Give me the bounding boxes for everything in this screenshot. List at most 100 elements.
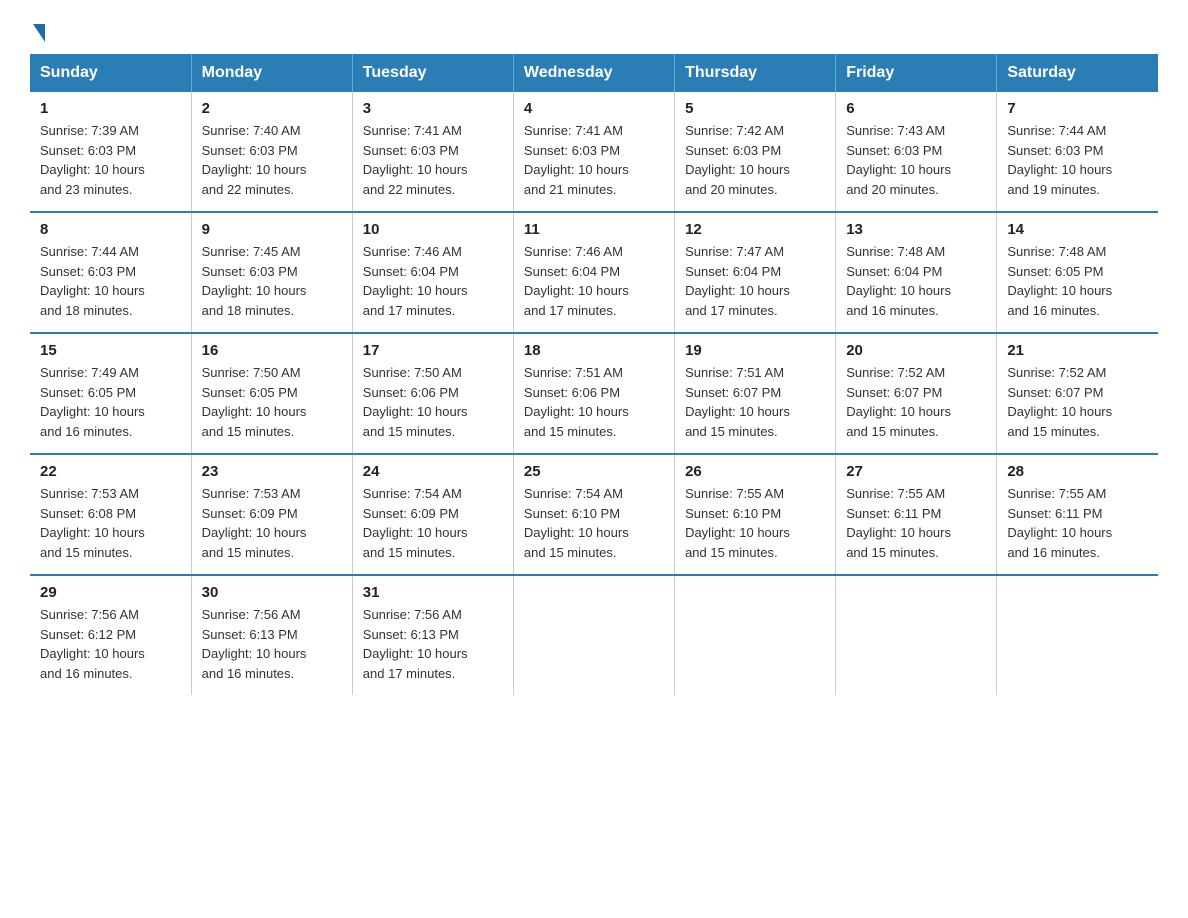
day-number: 16 bbox=[202, 342, 342, 359]
page-header bbox=[30, 20, 1158, 36]
day-number: 6 bbox=[846, 100, 986, 117]
day-info: Sunrise: 7:49 AMSunset: 6:05 PMDaylight:… bbox=[40, 363, 181, 441]
day-info: Sunrise: 7:53 AMSunset: 6:08 PMDaylight:… bbox=[40, 484, 181, 562]
day-info: Sunrise: 7:42 AMSunset: 6:03 PMDaylight:… bbox=[685, 121, 825, 199]
weekday-header-sunday: Sunday bbox=[30, 54, 191, 92]
day-number: 22 bbox=[40, 463, 181, 480]
day-info: Sunrise: 7:51 AMSunset: 6:06 PMDaylight:… bbox=[524, 363, 664, 441]
calendar-table: SundayMondayTuesdayWednesdayThursdayFrid… bbox=[30, 54, 1158, 695]
calendar-cell: 29 Sunrise: 7:56 AMSunset: 6:12 PMDayligh… bbox=[30, 575, 191, 695]
day-info: Sunrise: 7:41 AMSunset: 6:03 PMDaylight:… bbox=[524, 121, 664, 199]
calendar-cell: 2 Sunrise: 7:40 AMSunset: 6:03 PMDaylight… bbox=[191, 92, 352, 212]
calendar-cell: 8 Sunrise: 7:44 AMSunset: 6:03 PMDaylight… bbox=[30, 212, 191, 333]
calendar-cell bbox=[513, 575, 674, 695]
calendar-cell: 11 Sunrise: 7:46 AMSunset: 6:04 PMDayligh… bbox=[513, 212, 674, 333]
calendar-cell: 26 Sunrise: 7:55 AMSunset: 6:10 PMDayligh… bbox=[675, 454, 836, 575]
calendar-cell: 28 Sunrise: 7:55 AMSunset: 6:11 PMDayligh… bbox=[997, 454, 1158, 575]
day-info: Sunrise: 7:55 AMSunset: 6:10 PMDaylight:… bbox=[685, 484, 825, 562]
calendar-cell: 13 Sunrise: 7:48 AMSunset: 6:04 PMDayligh… bbox=[836, 212, 997, 333]
day-number: 17 bbox=[363, 342, 503, 359]
day-number: 14 bbox=[1007, 221, 1148, 238]
day-info: Sunrise: 7:46 AMSunset: 6:04 PMDaylight:… bbox=[363, 242, 503, 320]
calendar-cell: 22 Sunrise: 7:53 AMSunset: 6:08 PMDayligh… bbox=[30, 454, 191, 575]
calendar-cell: 4 Sunrise: 7:41 AMSunset: 6:03 PMDaylight… bbox=[513, 92, 674, 212]
calendar-cell: 14 Sunrise: 7:48 AMSunset: 6:05 PMDayligh… bbox=[997, 212, 1158, 333]
calendar-cell: 23 Sunrise: 7:53 AMSunset: 6:09 PMDayligh… bbox=[191, 454, 352, 575]
day-number: 4 bbox=[524, 100, 664, 117]
day-number: 27 bbox=[846, 463, 986, 480]
logo-arrow-icon bbox=[33, 24, 45, 42]
calendar-cell: 19Sunrise: 7:51 AMSunset: 6:07 PMDayligh… bbox=[675, 333, 836, 454]
day-number: 23 bbox=[202, 463, 342, 480]
day-number: 5 bbox=[685, 100, 825, 117]
day-info: Sunrise: 7:47 AMSunset: 6:04 PMDaylight:… bbox=[685, 242, 825, 320]
day-info: Sunrise: 7:48 AMSunset: 6:04 PMDaylight:… bbox=[846, 242, 986, 320]
calendar-cell: 25 Sunrise: 7:54 AMSunset: 6:10 PMDayligh… bbox=[513, 454, 674, 575]
calendar-cell: 6Sunrise: 7:43 AMSunset: 6:03 PMDaylight… bbox=[836, 92, 997, 212]
calendar-cell: 21 Sunrise: 7:52 AMSunset: 6:07 PMDayligh… bbox=[997, 333, 1158, 454]
day-number: 28 bbox=[1007, 463, 1148, 480]
day-info: Sunrise: 7:41 AMSunset: 6:03 PMDaylight:… bbox=[363, 121, 503, 199]
day-number: 25 bbox=[524, 463, 664, 480]
calendar-week-row: 22 Sunrise: 7:53 AMSunset: 6:08 PMDayligh… bbox=[30, 454, 1158, 575]
calendar-cell: 31 Sunrise: 7:56 AMSunset: 6:13 PMDayligh… bbox=[352, 575, 513, 695]
day-number: 10 bbox=[363, 221, 503, 238]
day-number: 21 bbox=[1007, 342, 1148, 359]
day-number: 15 bbox=[40, 342, 181, 359]
calendar-cell: 1Sunrise: 7:39 AMSunset: 6:03 PMDaylight… bbox=[30, 92, 191, 212]
weekday-header-tuesday: Tuesday bbox=[352, 54, 513, 92]
calendar-week-row: 8 Sunrise: 7:44 AMSunset: 6:03 PMDaylight… bbox=[30, 212, 1158, 333]
calendar-cell: 20Sunrise: 7:52 AMSunset: 6:07 PMDayligh… bbox=[836, 333, 997, 454]
logo bbox=[30, 20, 45, 36]
weekday-header-wednesday: Wednesday bbox=[513, 54, 674, 92]
day-info: Sunrise: 7:48 AMSunset: 6:05 PMDaylight:… bbox=[1007, 242, 1148, 320]
day-number: 31 bbox=[363, 584, 503, 601]
day-info: Sunrise: 7:52 AMSunset: 6:07 PMDaylight:… bbox=[846, 363, 986, 441]
calendar-week-row: 29 Sunrise: 7:56 AMSunset: 6:12 PMDayligh… bbox=[30, 575, 1158, 695]
calendar-cell: 30 Sunrise: 7:56 AMSunset: 6:13 PMDayligh… bbox=[191, 575, 352, 695]
calendar-cell: 12 Sunrise: 7:47 AMSunset: 6:04 PMDayligh… bbox=[675, 212, 836, 333]
calendar-cell bbox=[997, 575, 1158, 695]
day-info: Sunrise: 7:53 AMSunset: 6:09 PMDaylight:… bbox=[202, 484, 342, 562]
calendar-cell bbox=[836, 575, 997, 695]
day-number: 2 bbox=[202, 100, 342, 117]
day-number: 24 bbox=[363, 463, 503, 480]
day-info: Sunrise: 7:52 AMSunset: 6:07 PMDaylight:… bbox=[1007, 363, 1148, 441]
day-number: 26 bbox=[685, 463, 825, 480]
day-number: 12 bbox=[685, 221, 825, 238]
day-number: 11 bbox=[524, 221, 664, 238]
calendar-cell bbox=[675, 575, 836, 695]
day-number: 13 bbox=[846, 221, 986, 238]
calendar-cell: 27Sunrise: 7:55 AMSunset: 6:11 PMDayligh… bbox=[836, 454, 997, 575]
day-info: Sunrise: 7:40 AMSunset: 6:03 PMDaylight:… bbox=[202, 121, 342, 199]
weekday-header-monday: Monday bbox=[191, 54, 352, 92]
day-number: 7 bbox=[1007, 100, 1148, 117]
day-number: 29 bbox=[40, 584, 181, 601]
calendar-cell: 9 Sunrise: 7:45 AMSunset: 6:03 PMDaylight… bbox=[191, 212, 352, 333]
day-info: Sunrise: 7:50 AMSunset: 6:05 PMDaylight:… bbox=[202, 363, 342, 441]
calendar-cell: 3Sunrise: 7:41 AMSunset: 6:03 PMDaylight… bbox=[352, 92, 513, 212]
day-info: Sunrise: 7:56 AMSunset: 6:13 PMDaylight:… bbox=[363, 605, 503, 683]
day-info: Sunrise: 7:46 AMSunset: 6:04 PMDaylight:… bbox=[524, 242, 664, 320]
day-info: Sunrise: 7:45 AMSunset: 6:03 PMDaylight:… bbox=[202, 242, 342, 320]
day-number: 8 bbox=[40, 221, 181, 238]
day-info: Sunrise: 7:56 AMSunset: 6:13 PMDaylight:… bbox=[202, 605, 342, 683]
calendar-week-row: 1Sunrise: 7:39 AMSunset: 6:03 PMDaylight… bbox=[30, 92, 1158, 212]
day-number: 30 bbox=[202, 584, 342, 601]
day-info: Sunrise: 7:54 AMSunset: 6:10 PMDaylight:… bbox=[524, 484, 664, 562]
day-number: 9 bbox=[202, 221, 342, 238]
calendar-cell: 7 Sunrise: 7:44 AMSunset: 6:03 PMDaylight… bbox=[997, 92, 1158, 212]
day-info: Sunrise: 7:44 AMSunset: 6:03 PMDaylight:… bbox=[40, 242, 181, 320]
day-info: Sunrise: 7:55 AMSunset: 6:11 PMDaylight:… bbox=[1007, 484, 1148, 562]
day-info: Sunrise: 7:50 AMSunset: 6:06 PMDaylight:… bbox=[363, 363, 503, 441]
weekday-header-row: SundayMondayTuesdayWednesdayThursdayFrid… bbox=[30, 54, 1158, 92]
day-number: 18 bbox=[524, 342, 664, 359]
day-info: Sunrise: 7:44 AMSunset: 6:03 PMDaylight:… bbox=[1007, 121, 1148, 199]
weekday-header-thursday: Thursday bbox=[675, 54, 836, 92]
weekday-header-friday: Friday bbox=[836, 54, 997, 92]
calendar-cell: 17 Sunrise: 7:50 AMSunset: 6:06 PMDayligh… bbox=[352, 333, 513, 454]
day-info: Sunrise: 7:51 AMSunset: 6:07 PMDaylight:… bbox=[685, 363, 825, 441]
day-info: Sunrise: 7:56 AMSunset: 6:12 PMDaylight:… bbox=[40, 605, 181, 683]
calendar-cell: 10 Sunrise: 7:46 AMSunset: 6:04 PMDayligh… bbox=[352, 212, 513, 333]
calendar-cell: 16 Sunrise: 7:50 AMSunset: 6:05 PMDayligh… bbox=[191, 333, 352, 454]
